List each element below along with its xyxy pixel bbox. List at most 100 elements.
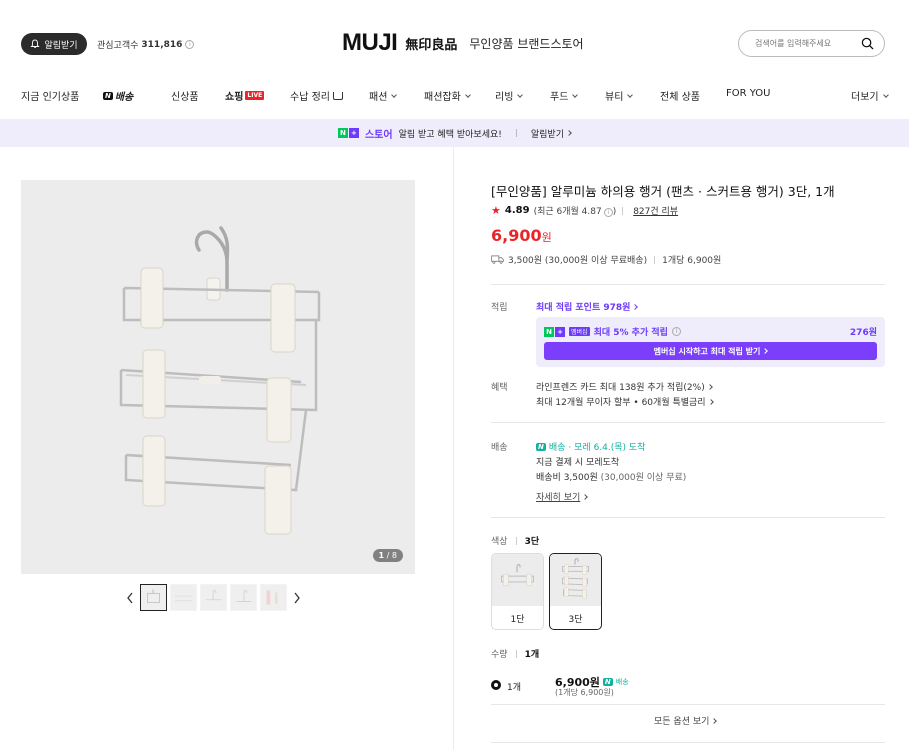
option-label: 3단 (568, 615, 583, 625)
brand[interactable]: MUJI 無印良品 무인양품 브랜드스토어 (342, 29, 584, 57)
brand-logo: MUJI (342, 29, 398, 56)
product-price: 6,900원 (491, 226, 552, 245)
nav-item-n-delivery[interactable]: N 배송 (103, 88, 133, 103)
installment-benefit-link[interactable]: 최대 12개월 무이자 할부 • 60개월 특별금리 (536, 395, 714, 408)
image-counter: 1 / 8 (372, 549, 403, 562)
hanger-thumb-image (174, 595, 193, 602)
nav-item-new[interactable]: 신상품 (171, 88, 199, 103)
n-letter: N (337, 128, 348, 138)
n-letter: N (544, 326, 554, 337)
divider (515, 536, 517, 545)
installment-benefit-text: 최대 12개월 무이자 할부 • 60개월 특별금리 (536, 398, 706, 408)
thumb-prev-button[interactable] (123, 584, 137, 611)
membership-start-button[interactable]: 멤버십 시작하고 최대 적립 받기 (544, 342, 877, 360)
chevron-right-icon (762, 348, 769, 354)
more-options-label: 모든 옵션 보기 (654, 717, 710, 727)
delivery-fee-note: (30,000원 이상 무료) (600, 473, 687, 483)
nav-item-popular[interactable]: 지금 인기상품 (21, 88, 79, 103)
plus-letter: + (348, 128, 359, 138)
benefits-label: 혜택 (491, 383, 508, 393)
quantity-option-row[interactable]: 1개 6,900원 N 배송 (1개당 6,900원) (491, 674, 885, 700)
thumbnail[interactable] (170, 584, 197, 611)
quantity-radio[interactable] (491, 680, 501, 690)
cart-icon (332, 91, 343, 100)
search-box (738, 30, 885, 57)
shipping-fee: 3,500원 (30,000원 이상 무료배송) (508, 256, 648, 266)
chevron-down-icon (391, 91, 398, 98)
info-icon[interactable]: i (603, 208, 613, 217)
points-label: 적립 (491, 303, 508, 313)
hanger-thumb-image (236, 590, 252, 603)
promo-banner: N + 스토어 알림 받고 혜택 받아보세요! 알림받기 (0, 119, 909, 147)
nav-item-fashion-goods[interactable]: 패션잡화 (424, 88, 471, 103)
more-options-button[interactable]: 모든 옵션 보기 (654, 714, 718, 727)
quantity-unit-price: (1개당 6,900원) (555, 688, 614, 697)
option-image (492, 554, 543, 606)
thumbnail[interactable] (260, 584, 287, 611)
chevron-right-icon (294, 592, 300, 603)
delivery-detail-link[interactable]: 자세히 보기 (536, 490, 589, 503)
quantity-label: 수량 1개 (491, 647, 539, 660)
chevron-down-icon (627, 91, 634, 98)
chevron-right-icon (707, 398, 714, 405)
membership-badge: 멤버십 (569, 327, 590, 336)
nav-label: 배송 (114, 92, 134, 103)
nav-item-for-you[interactable]: FOR YOU (726, 88, 771, 99)
hanger-3tier-image (562, 558, 589, 599)
color-selected: 3단 (524, 537, 540, 547)
max-points-link[interactable]: 최대 적립 포인트 978원 (536, 300, 639, 313)
rating-value: 4.89 (504, 205, 530, 216)
membership-amount: 276원 (849, 328, 877, 338)
nav-label: 전체 상품 (660, 92, 700, 103)
nav-label: 수납 정리 (290, 92, 330, 103)
notify-button[interactable]: 알림받기 (21, 33, 87, 55)
divider (515, 129, 517, 137)
nav-item-fashion[interactable]: 패션 (369, 88, 398, 103)
live-badge: LIVE (245, 91, 265, 100)
card-benefit-link[interactable]: 라인프렌즈 카드 최대 138원 추가 적립(2%) (536, 380, 713, 393)
hanger-thumb-image (147, 589, 160, 603)
hanger-1tier-image (501, 564, 534, 587)
nav-item-shopping-live[interactable]: 쇼핑 LIVE (225, 88, 265, 103)
nav-item-more[interactable]: 더보기 (851, 88, 889, 103)
delivery-arrival: N 배송 · 모레 6.4.(목) 도착 (536, 440, 645, 453)
promo-notify-link[interactable]: 알림받기 (531, 127, 572, 140)
option-card-3tier[interactable]: 3단 (549, 553, 602, 630)
delivery-badge-text: 배송 (548, 443, 566, 453)
info-icon[interactable]: i (671, 327, 681, 336)
color-option-label: 색상 3단 (491, 534, 539, 547)
rating-row: ★ 4.89 (최근 6개월 4.87 i) 827건 리뷰 (491, 204, 678, 217)
nav-item-food[interactable]: 푸드 (550, 88, 579, 103)
color-label: 색상 (491, 537, 508, 547)
nav-item-living[interactable]: 리빙 (495, 88, 524, 103)
naver-plus-icon: N + (544, 326, 565, 337)
n-delivery-badge: N (602, 678, 613, 686)
nav-item-all-products[interactable]: 전체 상품 (660, 88, 700, 103)
price-unit: 원 (541, 231, 552, 244)
thumbnail[interactable] (140, 584, 167, 611)
followers-value: 311,816 (141, 39, 183, 50)
max-points-text: 최대 적립 포인트 978원 (536, 303, 631, 313)
option-card-1tier[interactable]: 1단 (491, 553, 544, 630)
membership-text: 최대 5% 추가 적립 (593, 328, 668, 338)
hanger-thumb-image (205, 590, 222, 601)
review-count-link[interactable]: 827건 리뷰 (633, 204, 678, 217)
chevron-right-icon (711, 717, 718, 724)
thumb-next-button[interactable] (290, 584, 304, 611)
nav-item-storage[interactable]: 수납 정리 (290, 88, 343, 103)
category-nav: 지금 인기상품 N 배송 신상품 쇼핑 LIVE 수납 정리 패션 패션잡화 리빙 … (0, 80, 909, 108)
recent-rating: (최근 6개월 4.87 i) (534, 204, 616, 217)
divider (491, 517, 885, 518)
info-icon[interactable]: i (185, 40, 195, 49)
image-counter-current: 1 (378, 551, 385, 560)
chevron-down-icon (572, 91, 579, 98)
nav-item-beauty[interactable]: 뷰티 (605, 88, 634, 103)
plus-letter: + (555, 326, 565, 337)
search-input[interactable] (755, 39, 855, 48)
thumbnail[interactable] (200, 584, 227, 611)
product-main-image[interactable]: 1 / 8 (21, 180, 415, 574)
thumbnail[interactable] (230, 584, 257, 611)
search-icon[interactable] (861, 37, 874, 50)
divider (491, 704, 885, 705)
followers-label: 관심고객수 (97, 41, 139, 51)
